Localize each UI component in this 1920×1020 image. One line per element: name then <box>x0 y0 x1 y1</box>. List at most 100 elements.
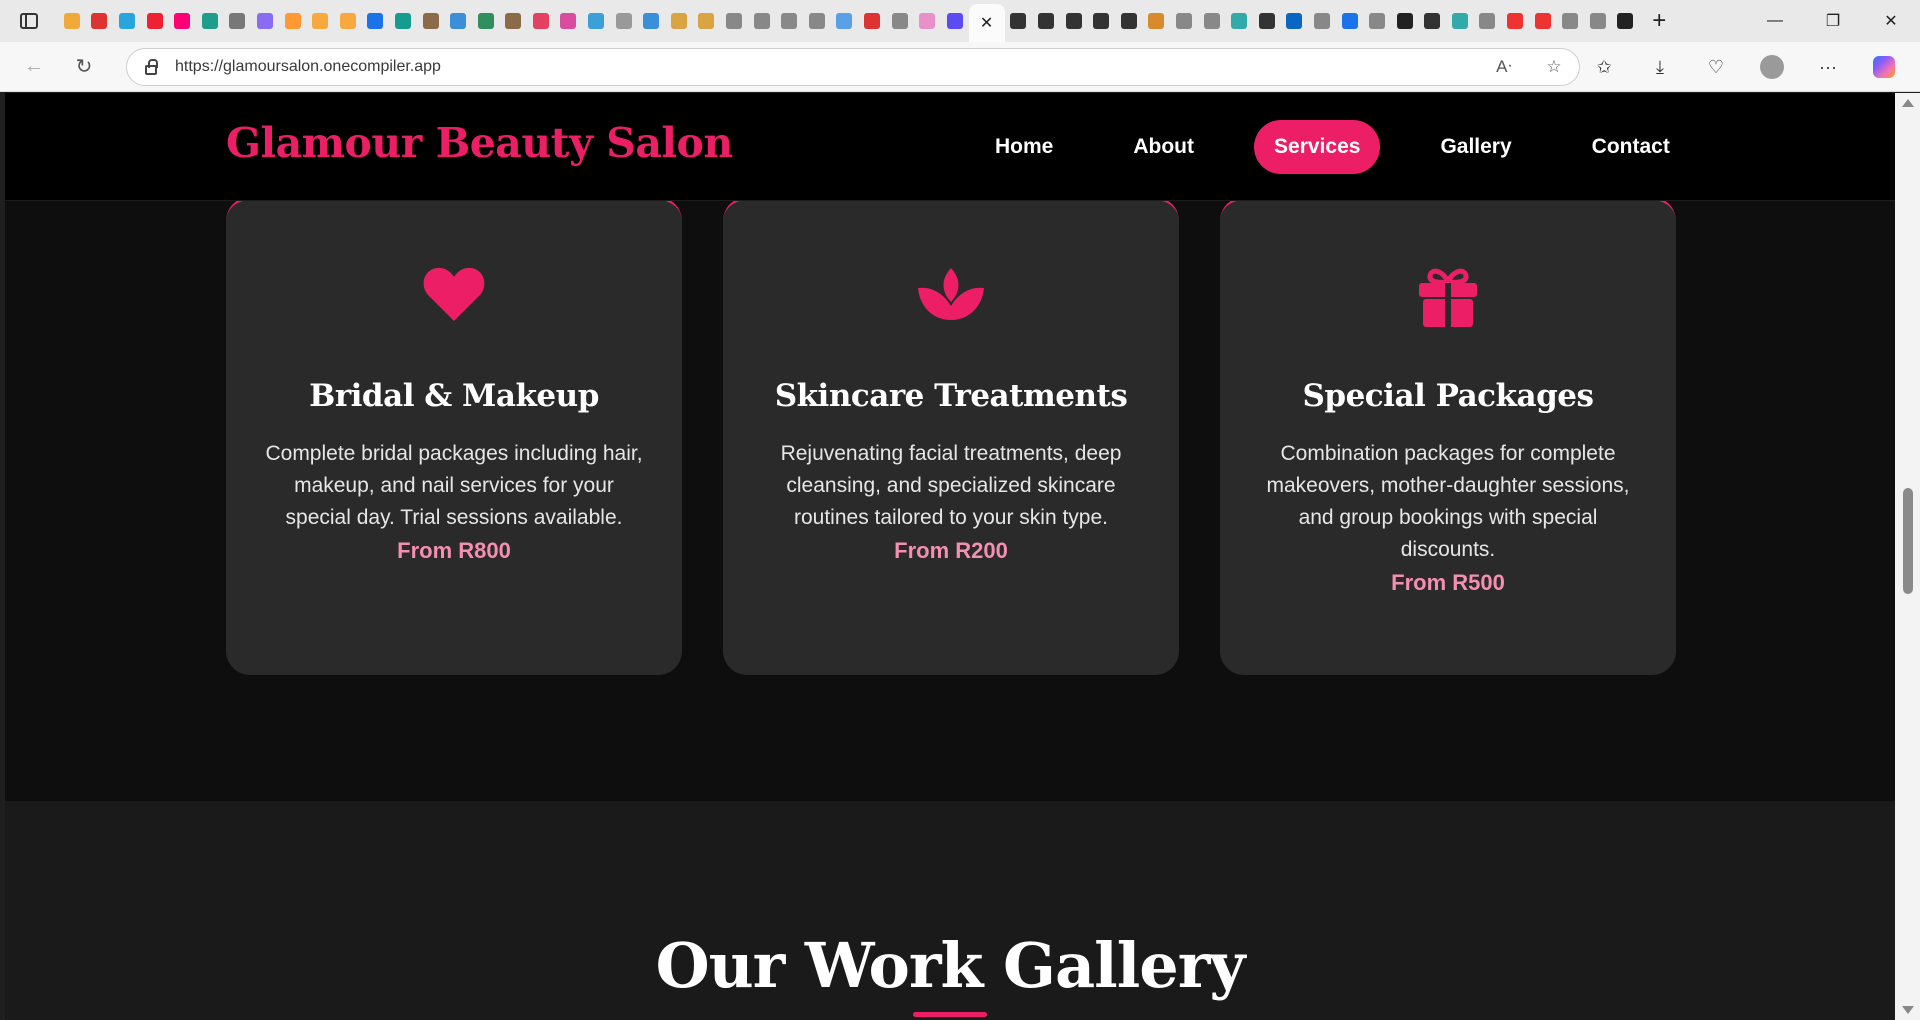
lotus-icon <box>723 266 1179 330</box>
browser-tab[interactable] <box>803 0 831 42</box>
browser-tab[interactable] <box>858 0 886 42</box>
browser-tab[interactable] <box>637 0 665 42</box>
browser-tab[interactable] <box>693 0 721 42</box>
page-scrollbar[interactable] <box>1895 93 1920 1020</box>
browser-tab[interactable] <box>1391 0 1419 42</box>
browser-tab[interactable] <box>886 0 914 42</box>
scroll-down-arrow-icon[interactable] <box>1902 1006 1914 1014</box>
browser-essentials-icon[interactable]: ♡ <box>1688 48 1744 86</box>
browser-tab[interactable] <box>582 0 610 42</box>
nav-about[interactable]: About <box>1113 120 1214 174</box>
copilot-button[interactable] <box>1856 48 1912 86</box>
browser-tab[interactable] <box>1143 0 1171 42</box>
browser-tab[interactable] <box>1060 0 1088 42</box>
tab-favicon-icon <box>118 13 135 29</box>
read-aloud-icon[interactable]: Aᐧ <box>1479 57 1529 77</box>
browser-tab-active[interactable]: ✕ <box>968 4 1005 42</box>
browser-tab[interactable] <box>334 0 362 42</box>
browser-tab[interactable] <box>472 0 500 42</box>
minimize-button[interactable]: — <box>1746 0 1804 42</box>
tab-favicon-icon <box>146 13 163 29</box>
address-bar[interactable]: https://glamoursalon.onecompiler.app Aᐧ … <box>126 48 1580 86</box>
browser-tab[interactable] <box>1446 0 1474 42</box>
browser-tab[interactable] <box>417 0 445 42</box>
browser-tab[interactable] <box>831 0 859 42</box>
browser-tab[interactable] <box>1281 0 1309 42</box>
browser-tab[interactable] <box>444 0 472 42</box>
browser-tab[interactable] <box>1005 0 1033 42</box>
browser-tab[interactable] <box>279 0 307 42</box>
browser-tab[interactable] <box>1556 0 1584 42</box>
tab-favicon-icon <box>284 13 301 29</box>
browser-tab[interactable] <box>527 0 555 42</box>
tab-favicon-icon <box>1010 13 1027 29</box>
tab-favicon-icon <box>919 13 936 29</box>
browser-tab[interactable] <box>389 0 417 42</box>
browser-tab[interactable] <box>1612 0 1640 42</box>
browser-tab[interactable] <box>1336 0 1364 42</box>
browser-tab[interactable] <box>1170 0 1198 42</box>
browser-tab[interactable] <box>224 0 252 42</box>
site-logo[interactable]: Glamour Beauty Salon <box>226 119 733 167</box>
refresh-button[interactable]: ↻ <box>64 49 104 85</box>
back-button[interactable]: ← <box>14 49 54 85</box>
nav-services[interactable]: Services <box>1254 120 1381 174</box>
browser-tab[interactable] <box>1529 0 1557 42</box>
browser-tab[interactable] <box>1474 0 1502 42</box>
close-window-button[interactable]: ✕ <box>1862 0 1920 42</box>
browser-tab[interactable] <box>306 0 334 42</box>
browser-tab[interactable] <box>1308 0 1336 42</box>
browser-tab[interactable] <box>1419 0 1447 42</box>
tab-actions-button[interactable] <box>0 13 58 29</box>
browser-tab[interactable] <box>941 0 969 42</box>
browser-tab[interactable] <box>1225 0 1253 42</box>
browser-tab[interactable] <box>1363 0 1391 42</box>
browser-tab[interactable] <box>665 0 693 42</box>
close-tab-icon[interactable]: ✕ <box>980 13 993 33</box>
downloads-icon[interactable]: ⤓ <box>1632 48 1688 86</box>
tab-favicon-icon <box>63 13 80 29</box>
browser-tab[interactable] <box>113 0 141 42</box>
browser-tab[interactable] <box>141 0 169 42</box>
browser-tab[interactable] <box>196 0 224 42</box>
address-url[interactable]: https://glamoursalon.onecompiler.app <box>175 58 1479 76</box>
browser-tab[interactable] <box>1253 0 1281 42</box>
browser-tab[interactable] <box>251 0 279 42</box>
browser-tab[interactable] <box>720 0 748 42</box>
service-title: Skincare Treatments <box>774 378 1128 414</box>
nav-contact[interactable]: Contact <box>1572 120 1690 174</box>
browser-tab[interactable] <box>500 0 528 42</box>
nav-gallery[interactable]: Gallery <box>1420 120 1531 174</box>
scroll-up-arrow-icon[interactable] <box>1902 99 1914 107</box>
favorites-icon[interactable]: ✩ <box>1576 48 1632 86</box>
browser-tab[interactable] <box>168 0 196 42</box>
settings-more-icon[interactable]: ··· <box>1800 48 1856 86</box>
browser-tab[interactable] <box>1584 0 1612 42</box>
new-tab-button[interactable]: + <box>1639 7 1679 35</box>
restore-button[interactable]: ❐ <box>1804 0 1862 42</box>
lock-icon[interactable] <box>127 59 175 75</box>
tab-list: ✕ <box>58 0 1639 42</box>
browser-tab[interactable] <box>362 0 390 42</box>
browser-tab[interactable] <box>610 0 638 42</box>
browser-tab[interactable] <box>555 0 583 42</box>
browser-tab[interactable] <box>86 0 114 42</box>
browser-tab[interactable] <box>748 0 776 42</box>
profile-button[interactable] <box>1744 48 1800 86</box>
browser-tab[interactable] <box>1032 0 1060 42</box>
browser-tab[interactable] <box>58 0 86 42</box>
scrollbar-thumb[interactable] <box>1903 488 1913 594</box>
services-section: Bridal & Makeup Complete bridal packages… <box>5 197 1895 801</box>
favorite-star-icon[interactable]: ☆ <box>1529 57 1579 77</box>
browser-tab[interactable] <box>1087 0 1115 42</box>
browser-tab[interactable] <box>1501 0 1529 42</box>
service-price: From R800 <box>397 538 511 563</box>
browser-tab[interactable] <box>1115 0 1143 42</box>
browser-tab[interactable] <box>913 0 941 42</box>
tab-favicon-icon <box>422 13 439 29</box>
tab-favicon-icon <box>477 13 494 29</box>
browser-tab[interactable] <box>775 0 803 42</box>
service-description: Complete bridal packages including hair,… <box>265 442 643 529</box>
browser-tab[interactable] <box>1198 0 1226 42</box>
nav-home[interactable]: Home <box>975 120 1073 174</box>
